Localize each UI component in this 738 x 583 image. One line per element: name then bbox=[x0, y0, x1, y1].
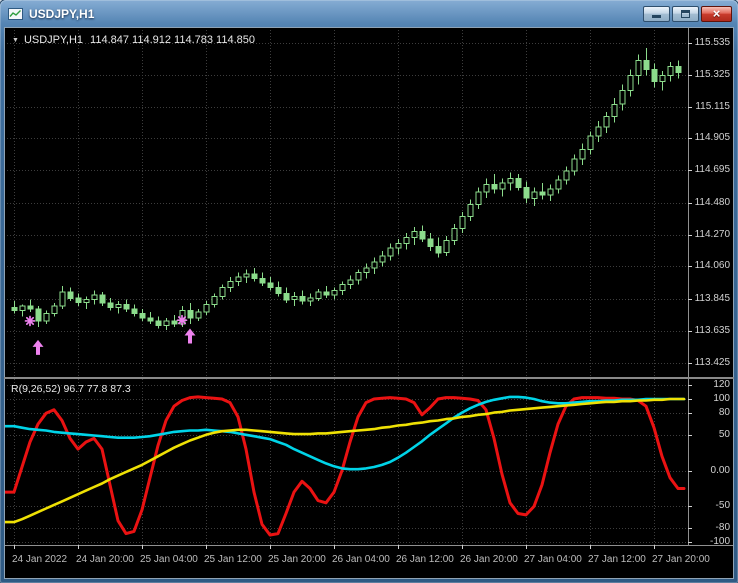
price-axis-label: 114.480 bbox=[694, 197, 730, 208]
indicator-axis-label: 0.00 bbox=[710, 465, 730, 476]
time-axis-label: 27 Jan 04:00 bbox=[524, 554, 582, 565]
chart-ohlc-values: 114.847 114.912 114.783 114.850 bbox=[90, 34, 255, 46]
chart-window: USDJPY,H1 × ▼ USDJPY,H1 114.847 114.912 … bbox=[0, 0, 738, 583]
minimize-icon bbox=[652, 15, 661, 18]
indicator-label: R(9,26,52) 96.7 77.8 87.3 bbox=[11, 383, 131, 395]
indicator-axis-label: 80 bbox=[718, 407, 730, 418]
price-axis-label: 114.270 bbox=[694, 229, 730, 240]
price-axis-label: 114.905 bbox=[694, 132, 730, 143]
close-button[interactable]: × bbox=[701, 5, 732, 22]
chart-canvas[interactable] bbox=[4, 27, 734, 579]
indicator-axis-label: 100 bbox=[713, 393, 730, 404]
indicator-axis-label: -50 bbox=[715, 500, 730, 511]
price-axis-label: 115.535 bbox=[694, 37, 730, 48]
window-controls: × bbox=[643, 5, 732, 22]
time-axis-label: 25 Jan 12:00 bbox=[204, 554, 262, 565]
time-axis-label: 25 Jan 20:00 bbox=[268, 554, 326, 565]
chart-ohlc-header: ▼ USDJPY,H1 114.847 114.912 114.783 114.… bbox=[12, 34, 255, 46]
window-title: USDJPY,H1 bbox=[29, 6, 95, 21]
indicator-axis-label: -80 bbox=[715, 522, 730, 533]
chart-client-area: ▼ USDJPY,H1 114.847 114.912 114.783 114.… bbox=[4, 27, 734, 579]
price-axis-label: 114.060 bbox=[694, 260, 730, 271]
price-axis-label: 115.325 bbox=[694, 69, 730, 80]
collapse-arrow-icon[interactable]: ▼ bbox=[12, 37, 19, 44]
time-axis-label: 24 Jan 2022 bbox=[12, 554, 68, 565]
price-axis-label: 114.695 bbox=[694, 164, 730, 175]
time-axis-label: 26 Jan 04:00 bbox=[332, 554, 390, 565]
price-axis-label: 113.845 bbox=[694, 293, 730, 304]
indicator-axis-label: 50 bbox=[718, 429, 730, 440]
time-axis-label: 25 Jan 04:00 bbox=[140, 554, 198, 565]
time-axis-label: 26 Jan 12:00 bbox=[396, 554, 454, 565]
pane-divider[interactable] bbox=[4, 377, 734, 379]
time-axis-label: 26 Jan 20:00 bbox=[460, 554, 518, 565]
close-icon: × bbox=[712, 6, 721, 21]
price-axis-label: 113.635 bbox=[694, 325, 730, 336]
titlebar[interactable]: USDJPY,H1 × bbox=[0, 0, 738, 27]
maximize-icon bbox=[681, 9, 690, 18]
price-axis-label: 115.115 bbox=[695, 101, 730, 112]
maximize-button[interactable] bbox=[672, 5, 699, 22]
chart-icon bbox=[8, 7, 23, 20]
indicator-axis-label: 120 bbox=[713, 379, 730, 390]
minimize-button[interactable] bbox=[643, 5, 670, 22]
price-axis-label: 113.425 bbox=[694, 357, 730, 368]
time-axis-label: 27 Jan 20:00 bbox=[652, 554, 710, 565]
chart-symbol-label: USDJPY,H1 bbox=[23, 34, 84, 46]
time-scale[interactable]: 24 Jan 2022 24 Jan 20:00 25 Jan 04:00 25 Ja… bbox=[4, 545, 734, 579]
time-axis-label: 27 Jan 12:00 bbox=[588, 554, 646, 565]
price-scale[interactable]: 115.535 115.325 115.115 114.905 114.695 114.4… bbox=[690, 27, 732, 547]
time-axis-label: 24 Jan 20:00 bbox=[76, 554, 134, 565]
